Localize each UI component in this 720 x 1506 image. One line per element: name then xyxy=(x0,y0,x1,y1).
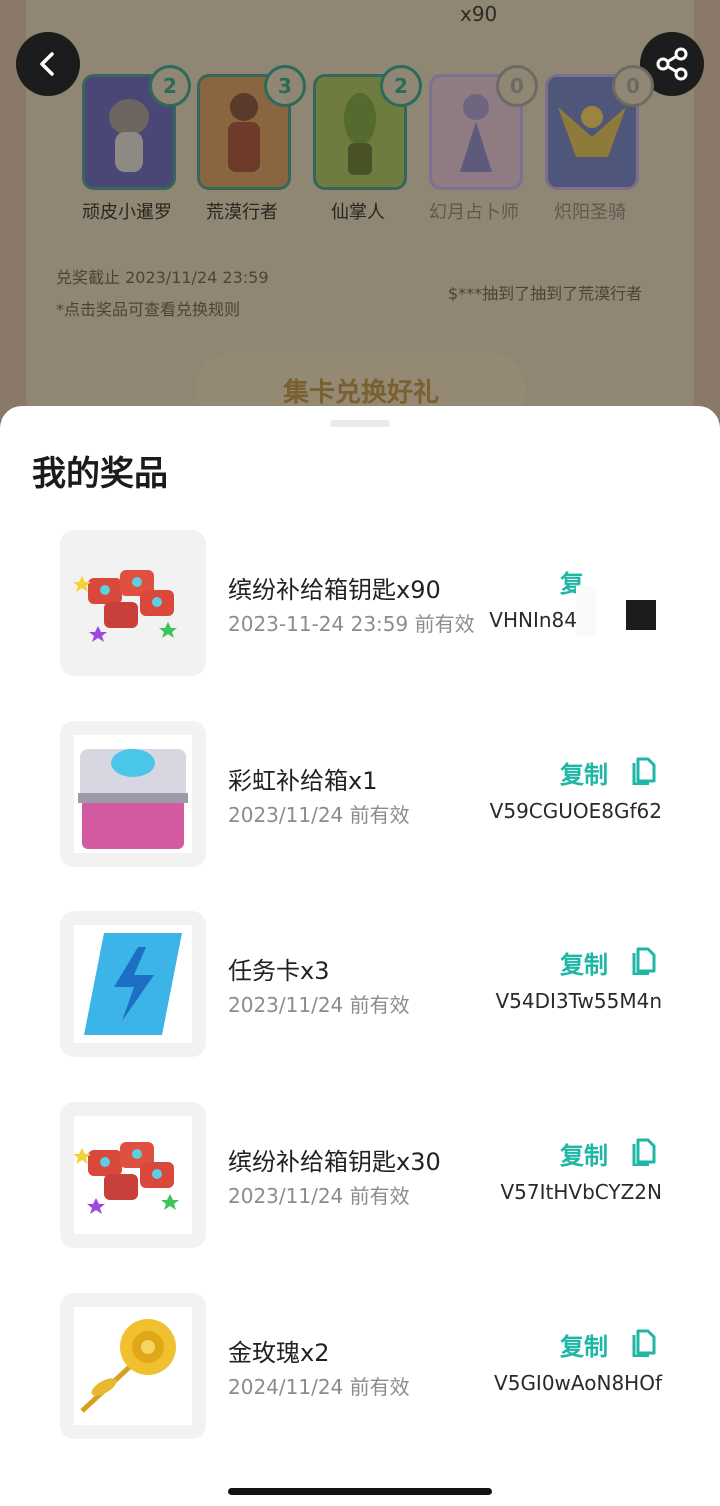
card-count-badge: 0 xyxy=(496,65,538,107)
prize-item: 缤纷补给箱钥匙x90 2023-11-24 23:59 前有效 VHNIn84 … xyxy=(0,530,720,678)
deadline-text: 兑奖截止 2023/11/24 23:59 xyxy=(56,268,269,287)
prize-image xyxy=(60,911,206,1057)
character-card[interactable]: 0 幻月占卜师 xyxy=(429,65,538,223)
background-page: x90 2 顽皮小暹罗 3 荒漠行者 2 仙掌人 0 幻月占卜师 0 炽阳圣骑 … xyxy=(0,0,720,428)
character-name: 炽阳圣骑 xyxy=(554,202,626,223)
copy-icon[interactable] xyxy=(632,1327,658,1357)
prize-item: 彩虹补给箱x1 2023/11/24 前有效 V59CGUOE8Gf62 复制 xyxy=(0,721,720,869)
card-count-badge: 2 xyxy=(380,65,422,107)
character-image: 0 xyxy=(545,65,654,190)
character-card[interactable]: 2 仙掌人 xyxy=(313,65,422,223)
character-card[interactable]: 2 顽皮小暹罗 xyxy=(82,65,191,223)
prize-name: 金玫瑰x2 xyxy=(228,1339,330,1367)
prize-image xyxy=(60,530,206,676)
prize-item: 缤纷补给箱钥匙x30 2023/11/24 前有效 V57ItHVbCYZ2N … xyxy=(0,1102,720,1250)
character-image: 2 xyxy=(82,65,191,190)
character-card[interactable]: 0 炽阳圣骑 xyxy=(545,65,654,223)
prize-valid-date: 2023/11/24 前有效 xyxy=(228,803,410,827)
redaction-block xyxy=(626,600,656,630)
prize-code: V57ItHVbCYZ2N xyxy=(500,1180,662,1204)
copy-icon[interactable] xyxy=(632,945,658,975)
prize-valid-date: 2024/11/24 前有效 xyxy=(228,1375,410,1399)
prize-item: 金玫瑰x2 2024/11/24 前有效 V5GI0wAoN8HOf 复制 xyxy=(0,1293,720,1441)
prize-valid-date: 2023/11/24 前有效 xyxy=(228,993,410,1017)
prize-item: 任务卡x3 2023/11/24 前有效 V54DI3Tw55M4n 复制 xyxy=(0,911,720,1059)
prize-code: VHNIn84 xyxy=(489,608,577,632)
prize-code: V59CGUOE8Gf62 xyxy=(489,799,662,823)
copy-icon[interactable] xyxy=(632,755,658,785)
prize-name: 缤纷补给箱钥匙x30 xyxy=(228,1148,441,1176)
character-name: 幻月占卜师 xyxy=(429,202,519,223)
home-indicator[interactable] xyxy=(228,1488,492,1495)
rendering-artifact xyxy=(576,586,596,636)
copy-button[interactable]: 复制 xyxy=(560,1327,608,1362)
character-name: 顽皮小暹罗 xyxy=(82,202,172,223)
character-name: 荒漠行者 xyxy=(206,202,278,223)
top-count: x90 xyxy=(460,2,498,26)
copy-icon[interactable] xyxy=(632,1136,658,1166)
prize-name: 彩虹补给箱x1 xyxy=(228,767,378,795)
character-card[interactable]: 3 荒漠行者 xyxy=(197,65,306,223)
copy-button[interactable]: 复制 xyxy=(560,945,608,980)
winner-ticker: $***抽到了抽到了荒漠行者 xyxy=(448,284,643,303)
prize-image xyxy=(60,1102,206,1248)
prize-code: V54DI3Tw55M4n xyxy=(495,989,662,1013)
copy-button[interactable]: 复制 xyxy=(560,1136,608,1171)
prizes-sheet: 我的奖品 缤纷补给箱钥匙x90 2023-11-24 23:59 前有效 VHN… xyxy=(0,406,720,1506)
prize-valid-date: 2023/11/24 前有效 xyxy=(228,1184,410,1208)
rules-hint: *点击奖品可查看兑换规则 xyxy=(56,300,241,319)
character-image: 2 xyxy=(313,65,422,190)
card-count-badge: 0 xyxy=(612,65,654,107)
card-count-badge: 2 xyxy=(149,65,191,107)
copy-button[interactable]: 复制 xyxy=(560,755,608,790)
character-name: 仙掌人 xyxy=(331,202,385,223)
card-count-badge: 3 xyxy=(264,65,306,107)
character-image: 0 xyxy=(429,65,538,190)
prize-image xyxy=(60,1293,206,1439)
prize-valid-date: 2023-11-24 23:59 前有效 xyxy=(228,612,475,636)
prize-name: 缤纷补给箱钥匙x90 xyxy=(228,576,441,604)
character-image: 3 xyxy=(197,65,306,190)
sheet-title: 我的奖品 xyxy=(32,454,168,494)
prize-name: 任务卡x3 xyxy=(228,957,330,985)
prize-image xyxy=(60,721,206,867)
character-card-row: 2 顽皮小暹罗 3 荒漠行者 2 仙掌人 0 幻月占卜师 0 炽阳圣骑 xyxy=(0,65,720,234)
prize-code: V5GI0wAoN8HOf xyxy=(494,1371,662,1395)
sheet-drag-handle[interactable] xyxy=(330,420,390,427)
